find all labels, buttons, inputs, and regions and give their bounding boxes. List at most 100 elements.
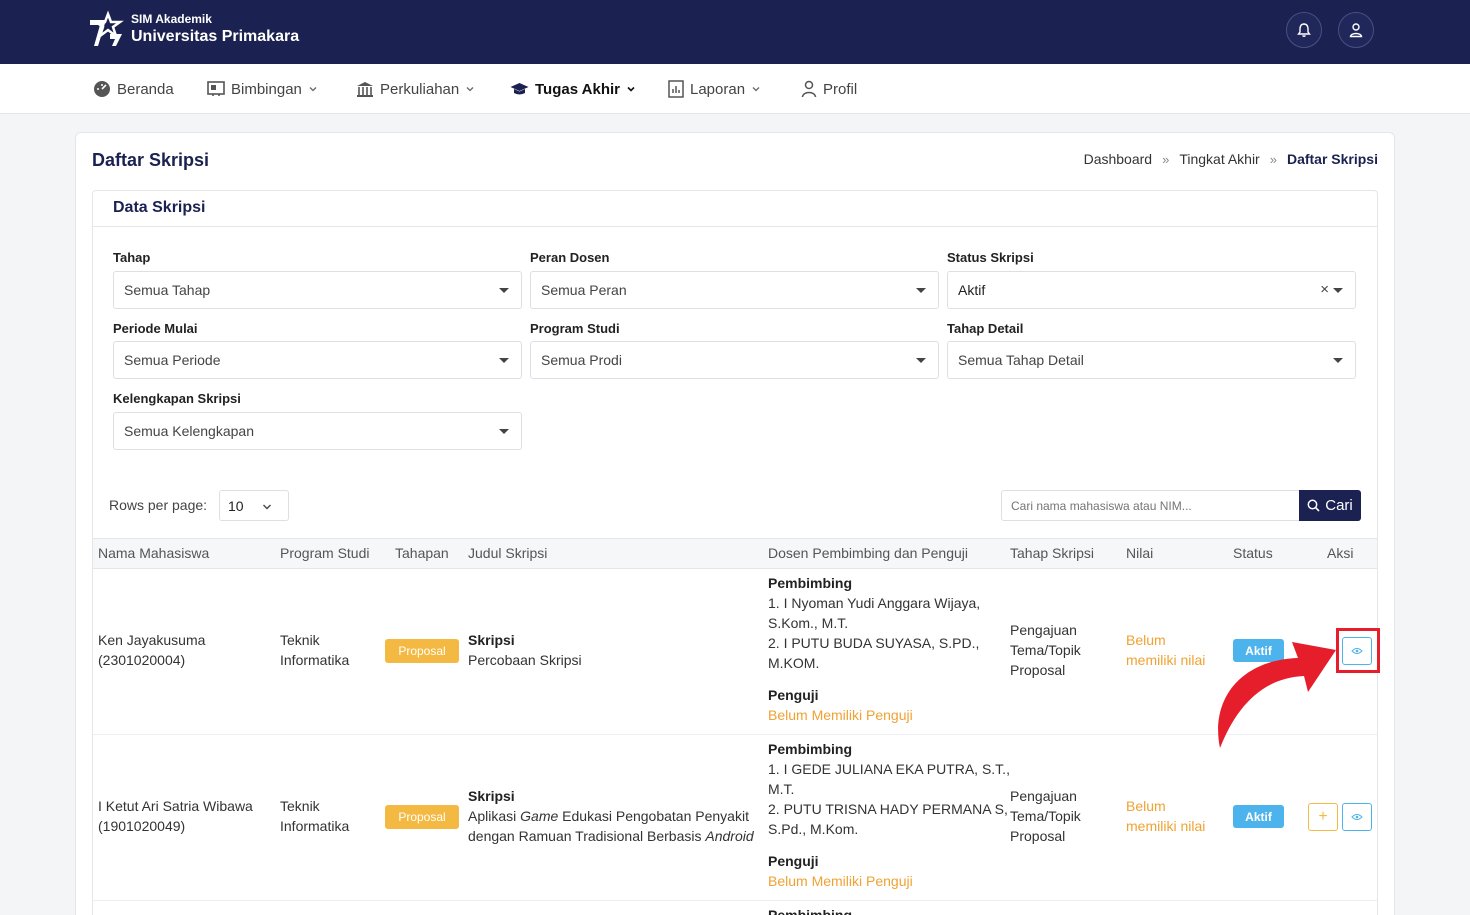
- filter-peran-select[interactable]: Semua Peran: [530, 271, 939, 309]
- nilai-text: memiliki nilai: [1126, 652, 1206, 668]
- search-button[interactable]: Cari: [1299, 490, 1361, 521]
- chevron-down-icon: [263, 504, 271, 510]
- filter-prodi-select[interactable]: Semua Prodi: [530, 341, 939, 379]
- student-name-cell: I Ketut Ari Satria Wibawa (1901020049): [98, 796, 253, 836]
- nav-beranda[interactable]: Beranda: [93, 64, 174, 114]
- tahap-text: Proposal: [1010, 662, 1066, 678]
- pembimbing-line: M.KOM.: [768, 655, 820, 671]
- filter-tahap-label: Tahap: [113, 250, 151, 265]
- th-prodi: Program Studi: [280, 545, 370, 561]
- pembimbing-label: Pembimbing: [768, 741, 853, 757]
- th-tahap-skripsi: Tahap Skripsi: [1010, 545, 1095, 561]
- main-navbar: Beranda Bimbingan Perkuliahan Tugas Akhi…: [0, 64, 1470, 114]
- nav-profil[interactable]: Profil: [801, 64, 857, 114]
- rows-per-page-value: 10: [228, 497, 244, 514]
- judul-text: Aplikasi Game Edukasi Pengobatan Penyaki…: [468, 806, 754, 826]
- student-nim: (2301020004): [98, 652, 186, 668]
- filter-prodi-label: Program Studi: [530, 321, 620, 336]
- breadcrumb-separator: »: [1162, 151, 1170, 167]
- top-header: SIM Akademik Universitas Primakara: [0, 0, 1470, 64]
- pembimbing-line: 2. PUTU TRISNA HADY PERMANA S,: [768, 801, 1008, 817]
- brand-title: Universitas Primakara: [131, 28, 300, 45]
- breadcrumb-separator: »: [1269, 151, 1277, 167]
- eye-icon: [1351, 814, 1363, 820]
- nav-beranda-label: Beranda: [117, 80, 174, 98]
- prodi-cell: Teknik Informatika: [280, 630, 349, 670]
- dosen-cell: Pembimbing: [768, 905, 852, 915]
- nilai-text: memiliki nilai: [1126, 818, 1206, 834]
- th-nama: Nama Mahasiswa: [98, 545, 210, 561]
- filter-periode-label: Periode Mulai: [113, 321, 198, 336]
- prodi-text: Teknik: [280, 798, 320, 814]
- search-button-label: Cari: [1325, 497, 1353, 514]
- search-input[interactable]: [1001, 490, 1300, 521]
- graduation-cap-icon: [510, 82, 529, 94]
- breadcrumb-current: Daftar Skripsi: [1286, 151, 1378, 167]
- judul-part: Game: [520, 808, 559, 824]
- nav-laporan-label: Laporan: [690, 80, 746, 98]
- student-name: I Ketut Ari Satria Wibawa: [98, 798, 253, 814]
- pembimbing-line: 1. I GEDE JULIANA EKA PUTRA, S.T.,: [768, 761, 1010, 777]
- nav-perkuliahan-label: Perkuliahan: [380, 80, 460, 98]
- caret-down-icon: [916, 358, 926, 363]
- caret-down-icon: [499, 429, 509, 434]
- filter-status-value: Aktif: [958, 282, 986, 298]
- tahap-skripsi-cell: Pengajuan Tema/Topik Proposal: [1010, 786, 1081, 846]
- caret-down-icon: [1333, 288, 1343, 293]
- page-title: Daftar Skripsi: [92, 150, 210, 170]
- filter-kelengkapan-select[interactable]: Semua Kelengkapan: [113, 412, 522, 450]
- notification-button[interactable]: [1286, 12, 1322, 48]
- search-icon: [1307, 499, 1320, 512]
- dosen-cell: Pembimbing 1. I GEDE JULIANA EKA PUTRA, …: [768, 739, 1010, 891]
- user-menu-button[interactable]: [1338, 12, 1374, 48]
- view-button[interactable]: [1342, 803, 1372, 831]
- caret-down-icon: [499, 288, 509, 293]
- student-nim: (1901020049): [98, 818, 186, 834]
- tahapan-badge: Proposal: [385, 805, 459, 829]
- clear-icon[interactable]: ×: [1320, 281, 1329, 298]
- pembimbing-line: 1. I Nyoman Yudi Anggara Wijaya,: [768, 595, 981, 611]
- user-icon: [1349, 23, 1363, 38]
- penguji-label: Penguji: [768, 853, 819, 869]
- breadcrumb-dashboard[interactable]: Dashboard: [1084, 151, 1153, 167]
- th-tahapan: Tahapan: [395, 545, 449, 561]
- nav-bimbingan[interactable]: Bimbingan: [207, 64, 318, 114]
- nav-tugas-akhir[interactable]: Tugas Akhir: [510, 64, 636, 114]
- add-button[interactable]: +: [1308, 803, 1338, 831]
- filter-kelengkapan-value: Semua Kelengkapan: [124, 423, 254, 439]
- filter-peran-label: Peran Dosen: [530, 250, 610, 265]
- student-name: Ken Jayakusuma: [98, 632, 206, 648]
- nav-perkuliahan[interactable]: Perkuliahan: [356, 64, 475, 114]
- filter-tahap-value: Semua Tahap: [124, 282, 211, 298]
- pembimbing-line: 2. I PUTU BUDA SUYASA, S.PD.,: [768, 635, 980, 651]
- filter-tahap-select[interactable]: Semua Tahap: [113, 271, 522, 309]
- th-status: Status: [1233, 545, 1273, 561]
- nav-laporan[interactable]: Laporan: [668, 64, 761, 114]
- prodi-cell: Teknik Informatika: [280, 796, 349, 836]
- filter-status-label: Status Skripsi: [947, 250, 1034, 265]
- chevron-down-icon: [752, 87, 760, 92]
- nilai-cell: Belum memiliki nilai: [1126, 630, 1205, 670]
- rows-per-page-select[interactable]: 10: [219, 490, 289, 521]
- filter-periode-value: Semua Periode: [124, 352, 221, 368]
- filter-tahap-detail-select[interactable]: Semua Tahap Detail: [947, 341, 1356, 379]
- filter-status-select[interactable]: Aktif ×: [947, 271, 1356, 309]
- breadcrumb-tingkat-akhir[interactable]: Tingkat Akhir: [1179, 151, 1259, 167]
- nav-profil-label: Profil: [823, 80, 858, 98]
- pembimbing-line: S.Kom., M.T.: [768, 615, 849, 631]
- caret-down-icon: [1333, 358, 1343, 363]
- tahap-text: Pengajuan: [1010, 788, 1077, 804]
- filter-periode-select[interactable]: Semua Periode: [113, 341, 522, 379]
- tahap-skripsi-cell: Pengajuan Tema/Topik Proposal: [1010, 620, 1081, 680]
- judul-text: Percobaan Skripsi: [468, 652, 582, 668]
- chevron-down-icon: [466, 87, 474, 92]
- judul-cell: Skripsi Percobaan Skripsi: [468, 630, 582, 670]
- prodi-text: Teknik: [280, 632, 320, 648]
- nav-bimbingan-label: Bimbingan: [231, 80, 302, 98]
- institution-icon: [357, 81, 373, 97]
- filter-prodi-value: Semua Prodi: [541, 352, 622, 368]
- section-title: Data Skripsi: [113, 199, 206, 216]
- judul-text: dengan Ramuan Tradisional Berbasis Andro…: [468, 826, 754, 846]
- judul-part: Android: [705, 828, 754, 844]
- caret-down-icon: [499, 358, 509, 363]
